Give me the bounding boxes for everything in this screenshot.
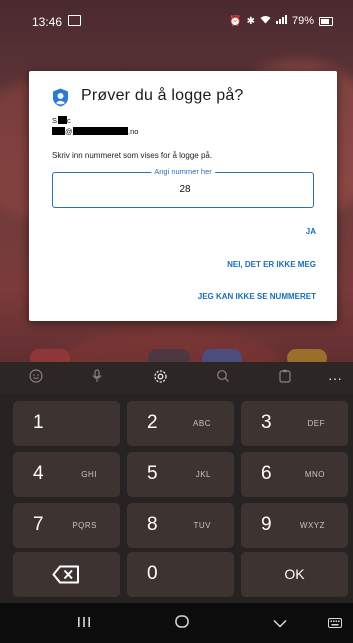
key-0[interactable]: 0 (127, 552, 234, 597)
clipboard-icon[interactable] (276, 369, 294, 387)
wifi-icon (260, 15, 271, 27)
redaction-bar (52, 127, 65, 135)
account-name-tail: c (67, 116, 71, 125)
redaction-bar (58, 116, 67, 124)
key-letters: MNO (304, 470, 325, 479)
account-name-initial: S (52, 116, 58, 125)
home-icon[interactable] (175, 615, 189, 633)
delete-key[interactable] (13, 552, 120, 597)
search-icon[interactable] (214, 369, 232, 387)
instruction-text: Skriv inn nummeret som vises for å logge… (52, 151, 213, 160)
dialog-title: Prøver du å logge på? (81, 87, 244, 104)
key-letters: DEF (307, 419, 325, 428)
settings-icon[interactable] (151, 369, 169, 387)
account-email-domain: .no (128, 127, 139, 136)
key-letters: PQRS (72, 521, 97, 530)
bluetooth-icon: ✱ (246, 15, 255, 27)
keyboard-toolbar: ··· (0, 362, 353, 394)
phone-screen: 13:46 ⏰ ✱ 79% Prøver du å logge på? S c … (0, 0, 353, 643)
number-input[interactable] (53, 183, 317, 196)
battery-percent: 79% (291, 15, 314, 27)
key-6[interactable]: 6 MNO (241, 452, 348, 497)
numeric-keyboard: 1 2 ABC 3 DEF 4 GHI 5 JKL 6 MNO 7 PQRS 8 (0, 394, 353, 603)
key-letters: WXYZ (299, 521, 325, 530)
more-icon[interactable]: ··· (326, 369, 344, 387)
key-4[interactable]: 4 GHI (13, 452, 120, 497)
emoji-icon[interactable] (27, 369, 45, 387)
status-bar: 13:46 ⏰ ✱ 79% (0, 0, 353, 40)
status-time: 13:46 (32, 15, 63, 29)
account-email-at: @ (65, 127, 73, 136)
key-digit: 6 (261, 463, 272, 484)
microphone-icon[interactable] (88, 369, 106, 387)
key-7[interactable]: 7 PQRS (13, 503, 120, 548)
key-8[interactable]: 8 TUV (127, 503, 234, 548)
key-letters: ABC (193, 419, 211, 428)
back-icon[interactable] (273, 615, 287, 633)
key-digit: 4 (33, 463, 44, 484)
key-5[interactable]: 5 JKL (127, 452, 234, 497)
navigation-bar (0, 603, 353, 643)
alarm-icon: ⏰ (229, 15, 242, 27)
key-digit: 1 (33, 412, 44, 433)
key-2[interactable]: 2 ABC (127, 401, 234, 446)
status-icons: ⏰ ✱ 79% (229, 15, 333, 27)
key-digit: 8 (147, 514, 158, 535)
key-9[interactable]: 9 WXYZ (241, 503, 348, 548)
not-me-button[interactable]: NEI, DET ER IKKE MEG (227, 260, 316, 269)
number-field[interactable]: Angi nummer her (52, 167, 317, 208)
key-3[interactable]: 3 DEF (241, 401, 348, 446)
authenticator-lock-icon (53, 88, 68, 107)
signal-icon (275, 15, 287, 27)
key-digit: 2 (147, 412, 158, 433)
key-1[interactable]: 1 (13, 401, 120, 446)
battery-icon (319, 16, 333, 26)
key-digit: 5 (147, 463, 158, 484)
recents-icon[interactable] (77, 615, 91, 633)
gallery-icon (68, 15, 81, 26)
cant-see-number-button[interactable]: JEG KAN IKKE SE NUMMERET (198, 292, 316, 301)
keyboard-switch-icon[interactable] (328, 615, 342, 633)
key-digit: 3 (261, 412, 272, 433)
key-digit: 7 (33, 514, 44, 535)
sign-in-approval-dialog: Prøver du å logge på? S c @ .no Skriv in… (29, 71, 337, 321)
redaction-bar (73, 127, 128, 135)
ok-key[interactable]: OK (241, 552, 348, 597)
number-field-label: Angi nummer her (151, 167, 215, 176)
backspace-icon (52, 565, 79, 584)
key-digit: 0 (147, 563, 158, 584)
yes-button[interactable]: JA (306, 227, 316, 236)
key-digit: 9 (261, 514, 272, 535)
key-letters: GHI (81, 470, 97, 479)
key-letters: JKL (195, 470, 211, 479)
key-letters: TUV (193, 521, 211, 530)
